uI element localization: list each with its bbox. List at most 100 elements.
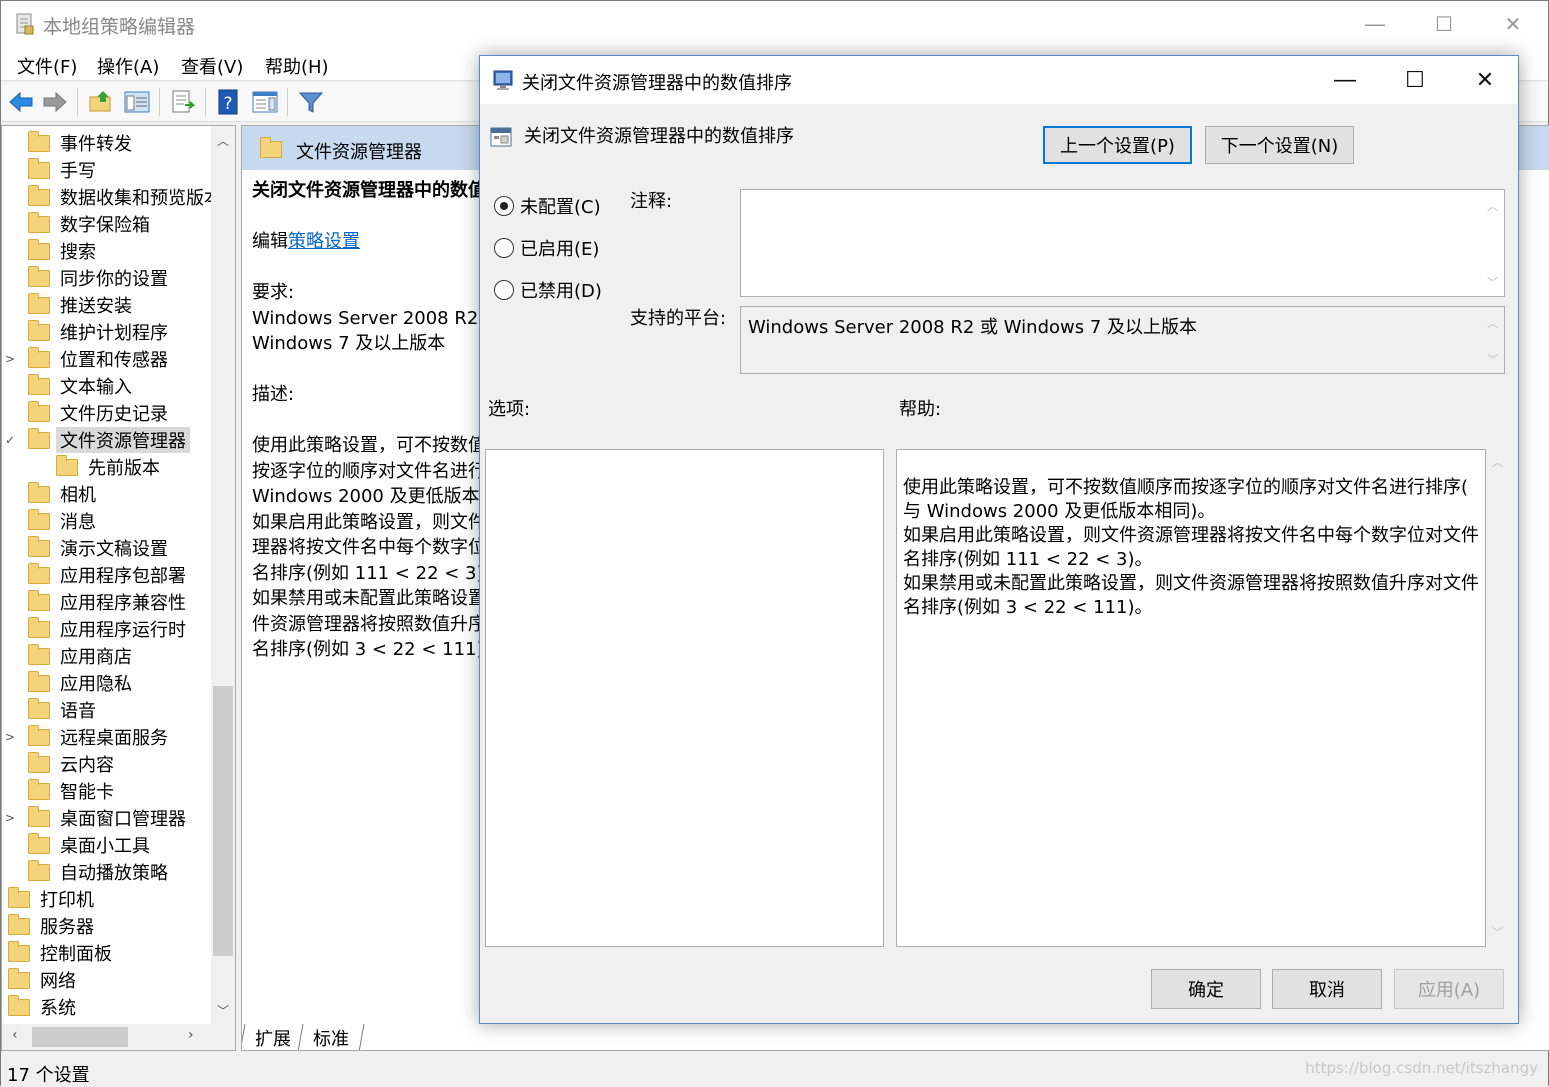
scroll-down-arrow-icon[interactable]: ﹀ bbox=[1487, 274, 1498, 290]
tree-item[interactable]: 演示文稿设置 bbox=[28, 535, 168, 561]
tree-hscroll-thumb[interactable] bbox=[32, 1027, 128, 1047]
export-list-icon[interactable] bbox=[169, 88, 197, 116]
radio-not-configured[interactable]: 未配置(C) bbox=[494, 193, 601, 219]
tree-item[interactable]: 搜索 bbox=[28, 238, 96, 264]
folder-icon bbox=[28, 400, 50, 422]
comment-textarea[interactable]: ︿ ﹀ bbox=[740, 189, 1505, 297]
scroll-down-arrow-icon[interactable]: ﹀ bbox=[1487, 351, 1498, 367]
menu-view[interactable]: 查看(V) bbox=[181, 53, 243, 79]
tree-vertical-scrollbar[interactable]: ︿ ﹀ bbox=[211, 126, 235, 1026]
tree-item[interactable]: 打印机 bbox=[8, 886, 94, 912]
up-folder-icon[interactable] bbox=[87, 88, 115, 116]
maximize-button[interactable]: ☐ bbox=[1409, 1, 1479, 47]
radio-button[interactable] bbox=[494, 238, 514, 258]
description-label: 描述: bbox=[252, 384, 295, 405]
previous-setting-button[interactable]: 上一个设置(P) bbox=[1043, 126, 1192, 164]
tree-item[interactable]: 服务器 bbox=[8, 913, 94, 939]
scroll-down-arrow-icon[interactable]: ﹀ bbox=[1492, 924, 1503, 940]
minimize-button[interactable]: ― bbox=[1340, 1, 1410, 47]
options-label: 选项: bbox=[488, 399, 531, 420]
tree-item[interactable]: 智能卡 bbox=[28, 778, 114, 804]
folder-icon bbox=[28, 751, 50, 773]
tree-item[interactable]: 网络 bbox=[8, 967, 76, 993]
dialog-minimize-button[interactable]: ― bbox=[1310, 56, 1380, 104]
tree-item[interactable]: 应用商店 bbox=[28, 643, 132, 669]
dialog-close-button[interactable]: ✕ bbox=[1450, 56, 1520, 104]
tree-item[interactable]: 应用程序兼容性 bbox=[28, 589, 186, 615]
tree-item[interactable]: 自动播放策略 bbox=[28, 859, 168, 885]
navigation-tree[interactable]: 事件转发 手写 数据收集和预览版本数字保险箱 搜索 同步你的设置 推送安装 维护计划程序 > 位… bbox=[1, 125, 236, 1051]
scroll-left-arrow-icon[interactable]: ‹ bbox=[12, 1027, 18, 1043]
show-hide-tree-icon[interactable] bbox=[123, 88, 151, 116]
back-icon[interactable] bbox=[7, 88, 35, 116]
tree-item[interactable]: 桌面小工具 bbox=[28, 832, 150, 858]
tree-scroll-thumb[interactable] bbox=[213, 686, 233, 956]
next-setting-button[interactable]: 下一个设置(N) bbox=[1205, 126, 1354, 164]
tree-item[interactable]: > 桌面窗口管理器 bbox=[5, 805, 186, 831]
tree-item[interactable]: 先前版本 bbox=[56, 454, 160, 480]
expand-arrow-icon[interactable]: > bbox=[5, 811, 15, 825]
help-icon[interactable]: ? bbox=[215, 88, 243, 116]
folder-icon bbox=[8, 913, 30, 935]
tree-item-label: 应用程序包部署 bbox=[60, 566, 186, 587]
tab-standard[interactable]: 标准 bbox=[297, 1024, 365, 1050]
tree-item[interactable]: 消息 bbox=[28, 508, 96, 534]
scroll-up-arrow-icon[interactable]: ︿ bbox=[1492, 454, 1503, 470]
tree-item[interactable]: 系统 bbox=[8, 994, 76, 1020]
tree-item[interactable]: > 远程桌面服务 bbox=[5, 724, 168, 750]
menu-help[interactable]: 帮助(H) bbox=[265, 53, 329, 79]
radio-enabled[interactable]: 已启用(E) bbox=[494, 235, 599, 261]
filter-icon[interactable] bbox=[297, 88, 325, 116]
tree-item-label: 云内容 bbox=[60, 755, 114, 776]
folder-icon bbox=[28, 805, 50, 827]
tree-item[interactable]: 应用程序运行时 bbox=[28, 616, 186, 642]
tree-item[interactable]: 同步你的设置 bbox=[28, 265, 168, 291]
scroll-up-arrow-icon[interactable]: ︿ bbox=[1487, 315, 1498, 331]
forward-icon[interactable] bbox=[41, 88, 69, 116]
tree-item[interactable]: 数字保险箱 bbox=[28, 211, 150, 237]
tree-item[interactable]: 相机 bbox=[28, 481, 96, 507]
tree-item[interactable]: 控制面板 bbox=[8, 940, 112, 966]
tree-item[interactable]: 手写 bbox=[28, 157, 96, 183]
edit-policy-link[interactable]: 策略设置 bbox=[288, 231, 360, 252]
folder-icon bbox=[28, 265, 50, 287]
tree-item[interactable]: 事件转发 bbox=[28, 130, 132, 156]
expand-arrow-icon[interactable]: > bbox=[5, 352, 15, 366]
tree-item[interactable]: > 位置和传感器 bbox=[5, 346, 168, 372]
radio-button[interactable] bbox=[494, 280, 514, 300]
radio-disabled[interactable]: 已禁用(D) bbox=[494, 277, 602, 303]
scroll-right-arrow-icon[interactable]: › bbox=[188, 1027, 194, 1043]
tree-item[interactable]: 文件历史记录 bbox=[28, 400, 168, 426]
tree-item-label: 服务器 bbox=[40, 917, 94, 938]
collapse-arrow-icon[interactable]: ✓ bbox=[5, 433, 15, 447]
apply-button[interactable]: 应用(A) bbox=[1394, 969, 1504, 1009]
dialog-maximize-button[interactable]: ☐ bbox=[1380, 56, 1450, 104]
scroll-up-arrow-icon[interactable]: ︿ bbox=[217, 132, 229, 149]
tree-item-label: 数字保险箱 bbox=[60, 215, 150, 236]
close-button[interactable]: ✕ bbox=[1478, 1, 1548, 47]
expand-arrow-icon[interactable]: > bbox=[5, 730, 15, 744]
radio-button[interactable] bbox=[494, 196, 514, 216]
policy-setting-dialog: 关闭文件资源管理器中的数值排序 ― ☐ ✕ 关闭文件资源管理器中的数值排序 上一… bbox=[479, 55, 1519, 1024]
tree-item[interactable]: 应用隐私 bbox=[28, 670, 132, 696]
tree-item[interactable]: 云内容 bbox=[28, 751, 114, 777]
ok-button[interactable]: 确定 bbox=[1151, 969, 1261, 1009]
menu-file[interactable]: 文件(F) bbox=[17, 53, 77, 79]
watermark: https://blog.csdn.net/itszhangy bbox=[1305, 1059, 1538, 1077]
tree-item[interactable]: 维护计划程序 bbox=[28, 319, 168, 345]
show-hide-action-pane-icon[interactable] bbox=[251, 88, 279, 116]
scroll-down-arrow-icon[interactable]: ﹀ bbox=[217, 1002, 229, 1019]
tab-extended[interactable]: 扩展 bbox=[242, 1024, 307, 1050]
scroll-up-arrow-icon[interactable]: ︿ bbox=[1487, 198, 1498, 214]
tree-item[interactable]: ✓ 文件资源管理器 bbox=[5, 427, 190, 453]
tree-item[interactable]: 文本输入 bbox=[28, 373, 132, 399]
tree-horizontal-scrollbar[interactable]: ‹ › bbox=[2, 1024, 235, 1050]
toolbar-separator bbox=[159, 88, 160, 116]
tree-item[interactable]: 语音 bbox=[28, 697, 96, 723]
folder-icon bbox=[28, 481, 50, 503]
menu-action[interactable]: 操作(A) bbox=[97, 53, 159, 79]
tree-item[interactable]: 推送安装 bbox=[28, 292, 132, 318]
cancel-button[interactable]: 取消 bbox=[1272, 969, 1382, 1009]
tree-item[interactable]: 应用程序包部署 bbox=[28, 562, 186, 588]
tree-item[interactable]: 数据收集和预览版本 bbox=[28, 184, 222, 210]
